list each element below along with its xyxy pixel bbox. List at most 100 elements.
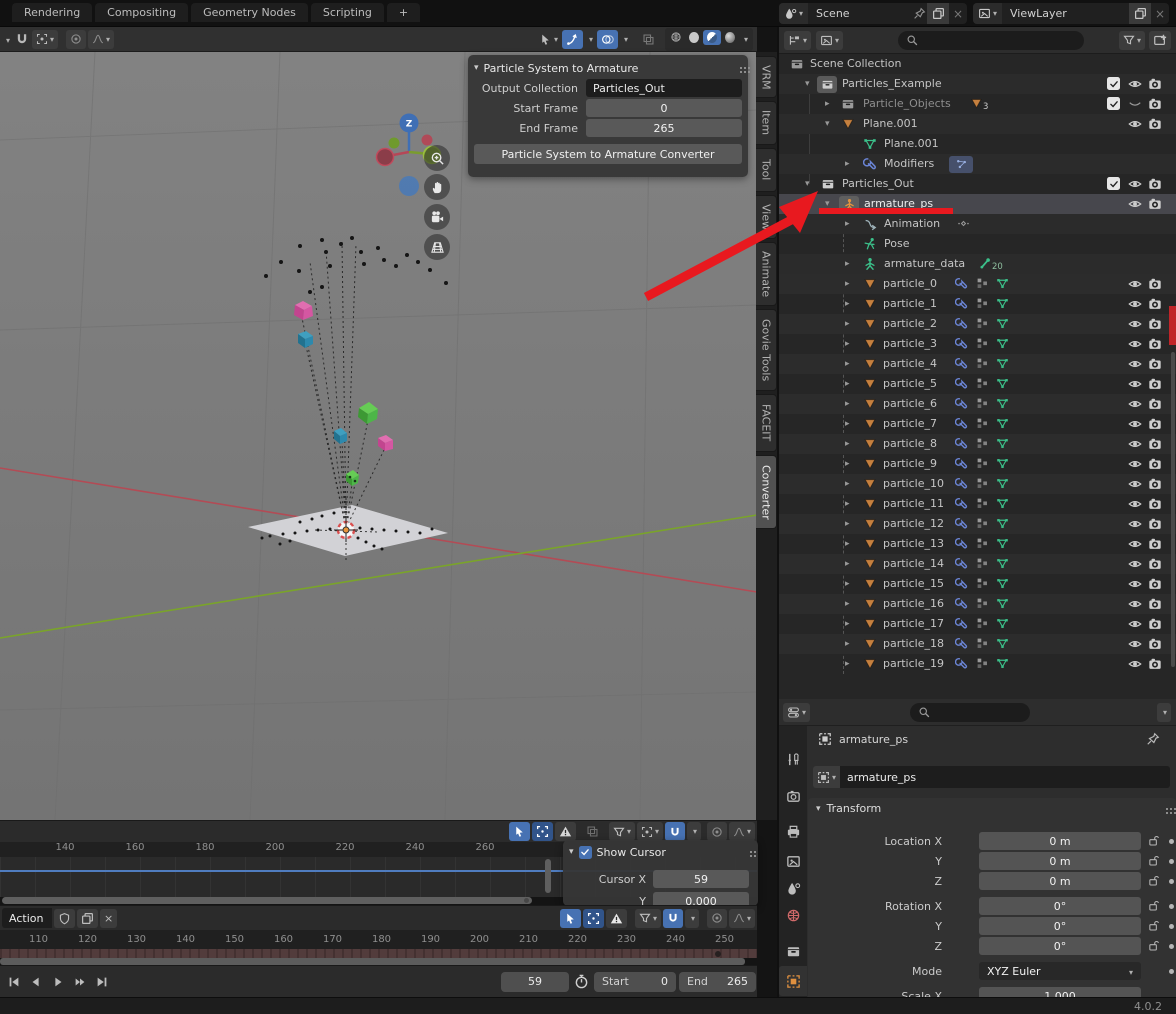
row-particle[interactable]: particle_1 (779, 294, 1176, 314)
xray-toggle[interactable] (638, 30, 659, 49)
hide-eye-icon[interactable] (1128, 597, 1142, 611)
render-camera-icon[interactable] (1148, 337, 1162, 351)
hide-eye-icon[interactable] (1128, 577, 1142, 591)
render-camera-icon[interactable] (1148, 277, 1162, 291)
particle-cube-blue-1[interactable] (298, 331, 313, 348)
jump-to-start-button[interactable] (3, 972, 25, 991)
viewlayer-browse-button[interactable] (973, 3, 1002, 24)
render-camera-icon[interactable] (1148, 297, 1162, 311)
shading-rendered-button[interactable] (721, 30, 739, 45)
row-pose[interactable]: Pose (779, 234, 1176, 254)
expand-arrow-icon[interactable] (845, 219, 850, 229)
action-select-box[interactable] (583, 909, 604, 928)
expand-arrow-icon[interactable] (845, 519, 850, 529)
action-proportional-button[interactable] (707, 909, 727, 928)
panel-collapse-chevron[interactable] (474, 63, 479, 73)
action-name-input[interactable]: Action (2, 908, 52, 928)
row-particle[interactable]: particle_12 (779, 514, 1176, 534)
tab-animate[interactable]: Animate (756, 242, 777, 306)
lock-icon[interactable] (1147, 874, 1160, 887)
render-camera-icon[interactable] (1148, 197, 1162, 211)
object-name-input[interactable]: armature_ps (840, 766, 1170, 788)
transform-value-field[interactable]: 0 m (979, 872, 1141, 890)
animate-dot[interactable] (1169, 904, 1174, 909)
action-warning-button[interactable] (606, 909, 627, 928)
snap-target-dropdown[interactable] (32, 30, 58, 49)
expand-arrow-icon[interactable] (845, 159, 850, 169)
hide-eye-icon[interactable] (1128, 197, 1142, 211)
action-filter-dropdown[interactable] (635, 909, 661, 928)
row-particle[interactable]: particle_7 (779, 414, 1176, 434)
tab-tool[interactable]: Tool (756, 148, 777, 192)
row-particle[interactable]: particle_14 (779, 554, 1176, 574)
outliner-scrollbar[interactable] (1171, 352, 1175, 667)
convert-button[interactable]: Particle System to Armature Converter (474, 144, 742, 164)
render-camera-icon[interactable] (1148, 637, 1162, 651)
transform-panel-header[interactable]: Transform (808, 798, 1176, 819)
hide-eye-icon[interactable] (1128, 77, 1142, 91)
hide-eye-icon[interactable] (1128, 517, 1142, 531)
lock-icon[interactable] (1147, 899, 1160, 912)
tab-tool[interactable] (779, 744, 807, 774)
expand-arrow-icon[interactable] (845, 319, 850, 329)
add-workspace-button[interactable]: + (387, 3, 420, 22)
render-camera-icon[interactable] (1148, 377, 1162, 391)
expand-arrow-icon[interactable] (845, 359, 850, 369)
perspective-toggle-button[interactable] (424, 234, 450, 260)
tab-geometry-nodes[interactable]: Geometry Nodes (191, 3, 308, 22)
hide-eye-icon[interactable] (1128, 317, 1142, 331)
tab-view-layer[interactable] (779, 846, 807, 876)
shading-wireframe-button[interactable] (667, 30, 685, 45)
animate-dot[interactable] (1169, 924, 1174, 929)
expand-arrow-icon[interactable] (845, 339, 850, 349)
dope-pivot-dropdown[interactable] (637, 822, 663, 841)
new-collection-button[interactable] (1149, 31, 1171, 50)
hide-eye-icon[interactable] (1128, 377, 1142, 391)
row-particle[interactable]: particle_2 (779, 314, 1176, 334)
action-copy-button[interactable] (77, 909, 98, 928)
row-modifiers[interactable]: Modifiers (779, 154, 1176, 174)
hide-eye-icon[interactable] (1128, 417, 1142, 431)
tab-faceit[interactable]: FACEIT (756, 394, 777, 452)
visibility-dropdown[interactable] (535, 30, 562, 49)
rotation-mode-dropdown[interactable]: XYZ Euler (979, 962, 1141, 980)
particles-modifier-icon[interactable] (955, 158, 968, 171)
lock-icon[interactable] (1147, 919, 1160, 932)
render-camera-icon[interactable] (1148, 577, 1162, 591)
zoom-button[interactable] (424, 145, 450, 171)
action-snap-dropdown[interactable] (685, 909, 699, 928)
row-particle[interactable]: particle_13 (779, 534, 1176, 554)
expand-arrow-icon[interactable] (845, 499, 850, 509)
hide-eye-icon[interactable] (1128, 397, 1142, 411)
row-particles-out[interactable]: Particles_Out (779, 174, 1176, 194)
expand-arrow-icon[interactable] (845, 399, 850, 409)
expand-arrow-icon[interactable] (845, 299, 850, 309)
row-plane-object[interactable]: Plane.001 (779, 114, 1176, 134)
render-camera-icon[interactable] (1148, 617, 1162, 631)
render-camera-icon[interactable] (1148, 97, 1162, 111)
animate-dot[interactable] (1169, 839, 1174, 844)
row-particle[interactable]: particle_15 (779, 574, 1176, 594)
particle-cube-pink-2[interactable] (378, 435, 393, 451)
row-particle[interactable]: particle_11 (779, 494, 1176, 514)
start-frame-field[interactable]: Start 0 (594, 972, 676, 992)
object-id-dropdown[interactable] (813, 766, 840, 788)
panel-collapse-chevron[interactable] (569, 847, 574, 857)
render-camera-icon[interactable] (1148, 557, 1162, 571)
render-camera-icon[interactable] (1148, 537, 1162, 551)
properties-options-dropdown[interactable] (1157, 703, 1171, 722)
viewlayer-remove-button[interactable]: × (1151, 7, 1169, 21)
row-particle[interactable]: particle_16 (779, 594, 1176, 614)
animate-dot[interactable] (1169, 969, 1174, 974)
render-camera-icon[interactable] (1148, 317, 1162, 331)
action-snap-toggle[interactable] (663, 909, 683, 928)
action-ruler[interactable]: 1101201301401501601701801902002102202302… (0, 930, 757, 949)
proportional-editing-button[interactable] (66, 30, 86, 49)
tab-object[interactable] (779, 966, 807, 996)
hide-eye-icon[interactable] (1128, 617, 1142, 631)
output-collection-input[interactable]: Particles_Out (586, 79, 742, 97)
expand-arrow-icon[interactable] (845, 479, 850, 489)
breadcrumb-object-name[interactable]: armature_ps (839, 733, 908, 746)
particle-cube-blue-2[interactable] (334, 428, 347, 444)
hide-eye-icon[interactable] (1128, 117, 1142, 131)
